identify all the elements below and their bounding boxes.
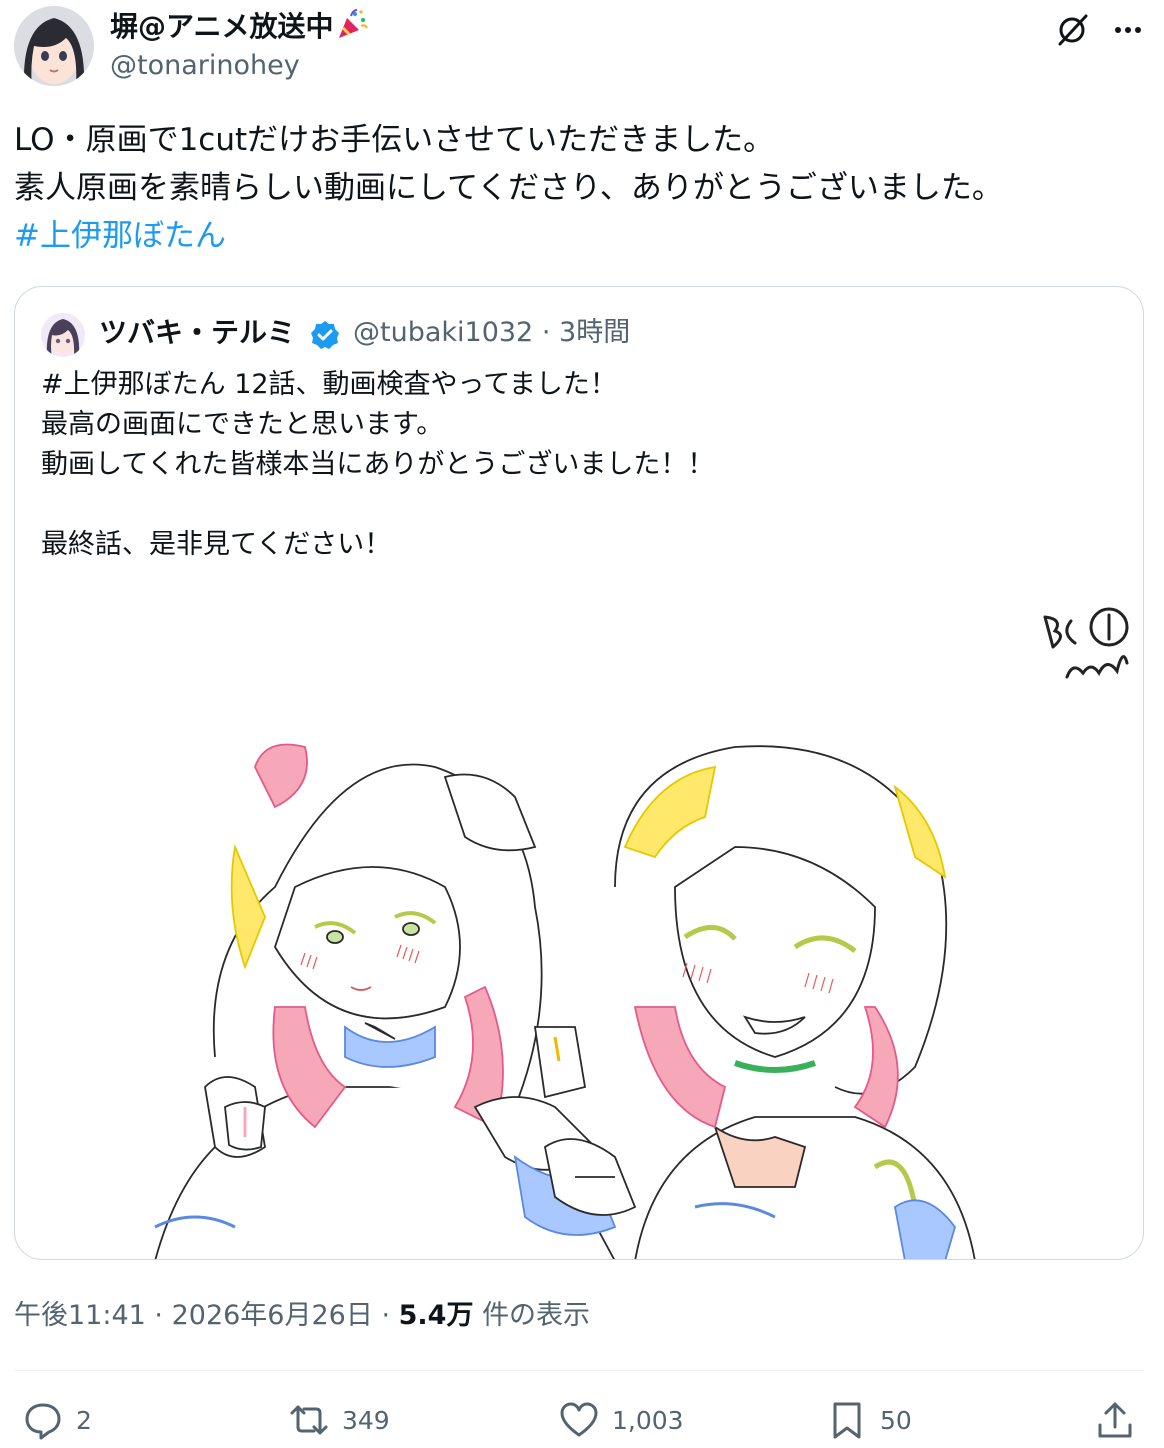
grok-icon[interactable] [1052, 10, 1092, 50]
tweet-time[interactable]: 午後11:41 [14, 1300, 146, 1331]
verified-badge-icon [309, 319, 341, 351]
author-display-name[interactable]: 塀@アニメ放送中 [110, 8, 369, 46]
corner-signature-mark [1043, 607, 1129, 679]
tweet-timestamp: 午後11:41 · 2026年6月26日 · 5.4万 件の表示 [14, 1296, 590, 1336]
bookmark-icon [833, 1402, 861, 1439]
quoted-time[interactable]: 3時間 [559, 317, 630, 348]
hashtag-link[interactable]: #上伊那ぼたん [14, 212, 1134, 260]
party-popper-icon [335, 8, 369, 42]
quoted-line: 動画してくれた皆様本当にありがとうございました！！ [41, 449, 715, 480]
like-button[interactable]: 1,003 [558, 1398, 684, 1442]
share-icon [1098, 1402, 1132, 1438]
meta-separator: · [154, 1300, 163, 1331]
tweet-date[interactable]: 2026年6月26日 [172, 1300, 373, 1331]
left-character [154, 743, 617, 1259]
retweet-button[interactable]: 349 [288, 1398, 390, 1442]
quoted-meta: @tubaki1032 · 3時間 [353, 313, 630, 353]
reply-count: 2 [76, 1405, 92, 1435]
divider [14, 1370, 1144, 1371]
heart-icon [560, 1402, 598, 1437]
meta-separator: · [541, 317, 551, 348]
quoted-tweet-card[interactable]: ツバキ・テルミ @tubaki1032 · 3時間 #上伊那ぼたん 12話、動画… [14, 286, 1144, 1260]
bookmark-count: 50 [880, 1405, 912, 1435]
quoted-line [41, 485, 1121, 525]
reply-icon [25, 1403, 61, 1440]
more-options-icon[interactable] [1108, 10, 1148, 50]
reply-button[interactable]: 2 [22, 1398, 92, 1442]
quoted-text: #上伊那ぼたん 12話、動画検査やってました！ 最高の画面にできたと思います。 … [41, 365, 1121, 565]
quoted-illustration[interactable] [15, 587, 1143, 1260]
quoted-line: #上伊那ぼたん 12話、動画検査やってました！ [41, 369, 617, 400]
author-avatar[interactable] [14, 6, 94, 86]
quoted-display-name[interactable]: ツバキ・テルミ [99, 313, 295, 353]
views-count: 5.4万 [398, 1300, 474, 1331]
quoted-line: 最高の画面にできたと思います。 [41, 409, 444, 440]
tweet-text: LO・原画で1cutだけお手伝いさせていただきました。 素人原画を素晴らしい動画… [14, 116, 1134, 260]
right-character [543, 745, 976, 1259]
author-name-text: 塀@アニメ放送中 [110, 10, 334, 43]
views-label: 件の表示 [482, 1300, 591, 1331]
quoted-author-avatar[interactable] [41, 313, 85, 357]
tweet-line: LO・原画で1cutだけお手伝いさせていただきました。 [14, 122, 775, 158]
share-button[interactable] [1094, 1398, 1148, 1442]
retweet-icon [290, 1405, 328, 1435]
quoted-handle[interactable]: @tubaki1032 [353, 317, 533, 348]
author-handle[interactable]: @tonarinohey [110, 48, 300, 84]
tweet-line: 素人原画を素晴らしい動画にしてくださり、ありがとうございました。 [14, 170, 1003, 206]
bookmark-button[interactable]: 50 [826, 1398, 912, 1442]
meta-separator: · [381, 1300, 391, 1331]
like-count: 1,003 [612, 1405, 684, 1435]
quoted-line: 最終話、是非見てください！ [41, 529, 392, 560]
retweet-count: 349 [342, 1405, 390, 1435]
